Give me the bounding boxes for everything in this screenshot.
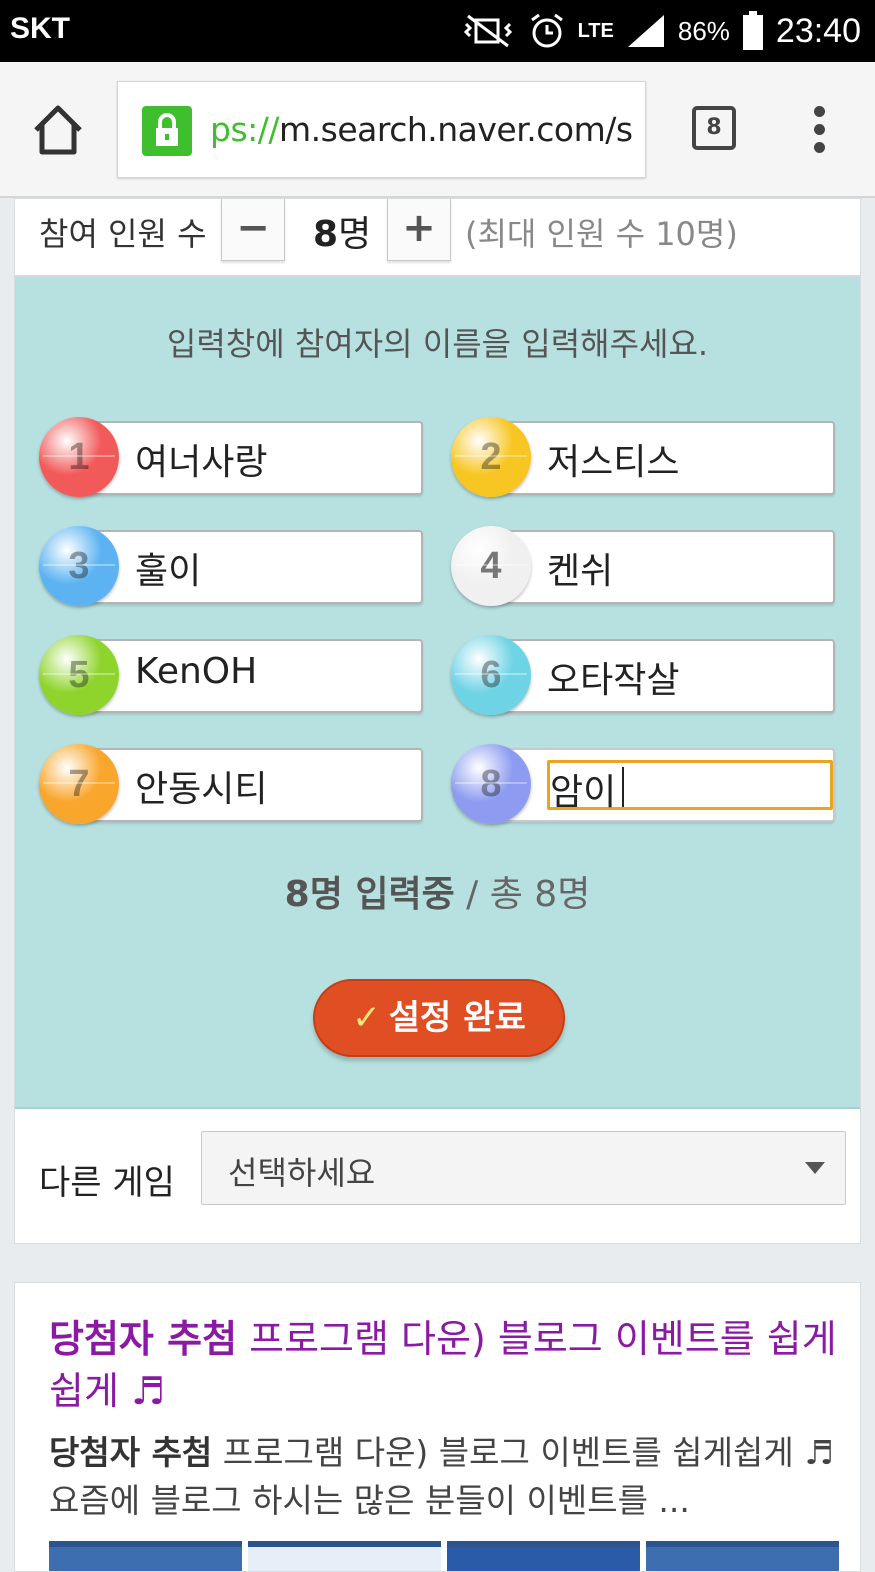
- signal-icon: [627, 15, 664, 47]
- thumbnail-image[interactable]: [646, 1541, 839, 1571]
- player-slot-2[interactable]: 2 저스티스: [451, 417, 835, 497]
- number-ball-icon: 1: [39, 417, 119, 497]
- url-scheme: ps://: [210, 110, 280, 149]
- entry-progress: 8명 입력중 / 총 8명: [15, 865, 860, 917]
- progress-total: / 총 8명: [466, 874, 591, 915]
- thumbnail-image[interactable]: [49, 1541, 242, 1571]
- thumbnail-image[interactable]: [447, 1541, 640, 1571]
- number-ball-icon: 5: [39, 635, 119, 715]
- result-thumbnails[interactable]: [49, 1541, 839, 1571]
- status-bar: SKT LTE 86% 23:40: [0, 0, 875, 62]
- number-ball-icon: 7: [39, 744, 119, 824]
- url-host: m.search.naver.com/s: [279, 110, 633, 149]
- player-name: 안동시티: [135, 769, 268, 810]
- increase-button[interactable]: +: [387, 199, 451, 261]
- checkmark-icon: ✓: [352, 998, 381, 1038]
- address-bar[interactable]: ps://m.search.naver.com/s: [117, 81, 646, 178]
- overflow-menu-icon[interactable]: [810, 106, 828, 158]
- focused-name-input[interactable]: 암이: [547, 760, 833, 813]
- player-slot-4[interactable]: 4 켄쉬: [451, 526, 835, 606]
- result-snippet: 당첨자 추첨 프로그램 다운) 블로그 이벤트를 쉽게쉽게 ♬ 요즘에 블로그 …: [49, 1429, 839, 1525]
- browser-toolbar: ps://m.search.naver.com/s 8: [0, 62, 875, 198]
- secure-lock-icon: [142, 106, 192, 156]
- decrease-button[interactable]: −: [221, 199, 285, 261]
- player-slot-3[interactable]: 3 훌이: [39, 526, 423, 606]
- player-name: 여너사랑: [135, 442, 268, 483]
- other-game-label: 다른 게임: [39, 1163, 175, 1203]
- clock: 23:40: [775, 11, 861, 50]
- status-icons: LTE 86% 23:40: [460, 6, 861, 56]
- text-cursor: [622, 767, 624, 807]
- player-slot-5[interactable]: 5 KenOH: [39, 635, 423, 715]
- participant-count-number: 8: [313, 214, 339, 255]
- player-name: 암이: [550, 772, 617, 813]
- participant-count-unit: 명: [338, 214, 372, 255]
- player-slot-7[interactable]: 7 안동시티: [39, 744, 423, 824]
- complete-setup-button[interactable]: ✓ 설정 완료: [313, 979, 565, 1057]
- battery-percent: 86%: [677, 15, 730, 46]
- player-name-field[interactable]: [75, 530, 423, 604]
- home-icon[interactable]: [30, 102, 86, 158]
- player-slot-8[interactable]: 8 암이: [451, 744, 835, 824]
- participant-count-row: 참여 인원 수 − 8명 + (최대 인원 수 10명): [15, 199, 860, 277]
- select-value: 선택하세요: [228, 1154, 376, 1192]
- progress-count: 8명 입력중: [284, 874, 455, 915]
- player-name-field[interactable]: [487, 530, 835, 604]
- search-result-card: 당첨자 추첨 프로그램 다운) 블로그 이벤트를 쉽게쉽게 ♬ 당첨자 추첨 프…: [14, 1282, 861, 1572]
- number-ball-icon: 8: [451, 744, 531, 824]
- carrier-name: SKT: [10, 12, 70, 45]
- battery-icon: [742, 11, 763, 50]
- number-ball-icon: 6: [451, 635, 531, 715]
- max-participants-note: (최대 인원 수 10명): [465, 215, 738, 253]
- alarm-icon: [530, 13, 563, 48]
- player-slot-1[interactable]: 1 여너사랑: [39, 417, 423, 497]
- player-name: 오타작살: [547, 660, 680, 701]
- vibrate-mute-icon: [463, 14, 512, 48]
- complete-setup-label: 설정 완료: [388, 998, 526, 1038]
- result-title-highlight: 당첨자 추첨: [49, 1317, 238, 1361]
- number-ball-icon: 2: [451, 417, 531, 497]
- result-title-link[interactable]: 당첨자 추첨 프로그램 다운) 블로그 이벤트를 쉽게쉽게 ♬: [49, 1313, 839, 1417]
- participant-count-value: 8명: [313, 205, 371, 257]
- other-game-select[interactable]: 선택하세요: [201, 1131, 846, 1205]
- other-game-row: 다른 게임 선택하세요: [15, 1109, 860, 1243]
- network-type: LTE: [577, 20, 614, 42]
- dropdown-arrow-icon: [805, 1162, 825, 1174]
- tab-switcher-button[interactable]: 8: [692, 106, 736, 150]
- player-name: KenOH: [135, 651, 258, 692]
- player-slot-6[interactable]: 6 오타작살: [451, 635, 835, 715]
- game-card: 참여 인원 수 − 8명 + (최대 인원 수 10명) 입력창에 참여자의 이…: [14, 198, 861, 1244]
- player-name: 훌이: [135, 551, 202, 592]
- result-snippet-highlight: 당첨자 추첨: [49, 1433, 213, 1472]
- url-text: ps://m.search.naver.com/s: [210, 110, 633, 149]
- number-ball-icon: 3: [39, 526, 119, 606]
- thumbnail-image[interactable]: [248, 1541, 441, 1571]
- player-name: 저스티스: [547, 442, 680, 483]
- player-name: 켄쉬: [547, 551, 614, 592]
- participant-count-label: 참여 인원 수: [39, 215, 207, 253]
- number-ball-icon: 4: [451, 526, 531, 606]
- instruction-text: 입력창에 참여자의 이름을 입력해주세요.: [166, 325, 709, 363]
